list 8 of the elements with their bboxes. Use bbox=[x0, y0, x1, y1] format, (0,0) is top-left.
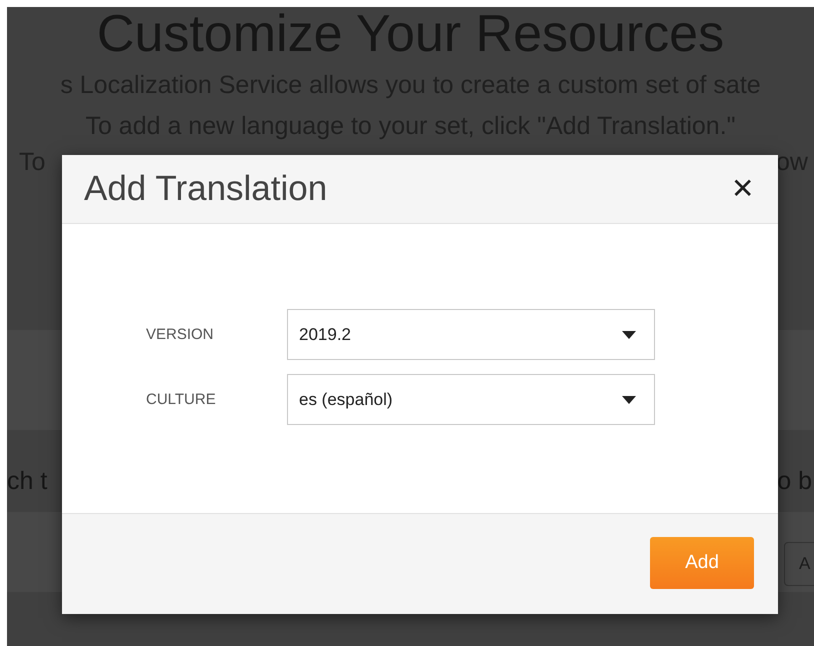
field-label: VERSION bbox=[146, 326, 215, 343]
dropdown-select[interactable]: 2019.2 bbox=[287, 309, 655, 360]
dialog-title: Add Translation bbox=[84, 169, 328, 209]
caret-icon bbox=[622, 396, 636, 404]
close-button[interactable]: ✕ bbox=[731, 175, 754, 203]
field-label: CULTURE bbox=[146, 391, 217, 408]
dropdown-select[interactable]: es (español) bbox=[287, 374, 655, 425]
caret-icon bbox=[622, 330, 636, 338]
